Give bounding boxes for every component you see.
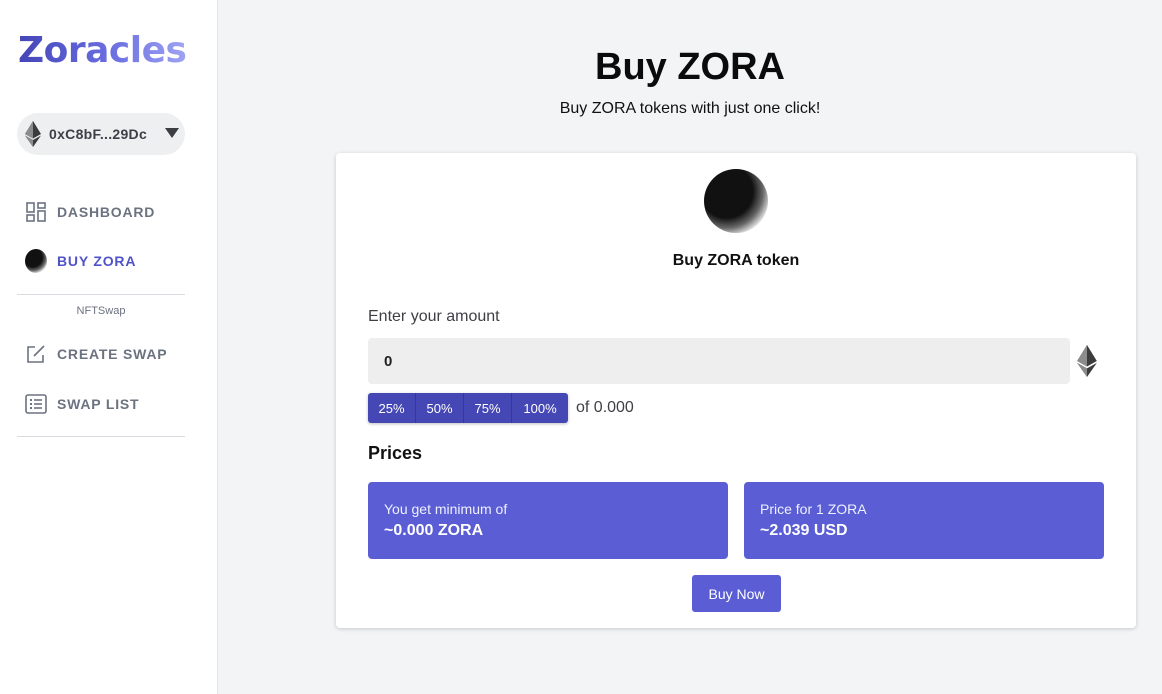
min-receive-box: You get minimum of ~0.000 ZORA — [368, 482, 728, 559]
nav-label-swap-list: SWAP LIST — [57, 396, 140, 412]
nav-item-swap-list[interactable]: SWAP LIST — [17, 388, 185, 420]
ethereum-icon — [25, 121, 41, 147]
nav-label-buy-zora: BUY ZORA — [57, 253, 137, 269]
nav-label-dashboard: DASHBOARD — [57, 204, 156, 220]
ethereum-icon — [1077, 345, 1097, 377]
prices-heading: Prices — [368, 443, 423, 463]
nav-item-buy-zora[interactable]: BUY ZORA — [17, 245, 185, 277]
percent-50-button[interactable]: 50% — [416, 393, 464, 423]
percent-75-button[interactable]: 75% — [464, 393, 512, 423]
zora-token-icon — [704, 169, 768, 233]
sidebar-divider — [17, 436, 185, 437]
sidebar: Zoracles 0xC8bF...29Dc DASHBOARD BUY ZOR… — [0, 0, 218, 694]
unit-price-value: ~2.039 USD — [760, 522, 848, 539]
unit-price-box: Price for 1 ZORA ~2.039 USD — [744, 482, 1104, 559]
token-title: Buy ZORA token — [672, 252, 800, 269]
nav-item-create-swap[interactable]: CREATE SWAP — [17, 338, 185, 370]
nav-item-dashboard[interactable]: DASHBOARD — [17, 196, 185, 228]
unit-price-label: Price for 1 ZORA — [760, 501, 867, 517]
dashboard-grid-icon — [25, 201, 47, 223]
buy-card: Buy ZORA token Enter your amount 25% 50%… — [336, 153, 1136, 628]
app-logo[interactable]: Zoracles — [18, 30, 187, 71]
percent-button-group: 25% 50% 75% 100% — [368, 393, 568, 423]
buy-now-button[interactable]: Buy Now — [692, 575, 781, 612]
amount-label: Enter your amount — [368, 308, 500, 325]
nav-label-create-swap: CREATE SWAP — [57, 346, 168, 362]
page-subtitle: Buy ZORA tokens with just one click! — [559, 100, 821, 117]
page-title: Buy ZORA — [595, 46, 785, 88]
sidebar-divider — [17, 294, 185, 295]
min-receive-value: ~0.000 ZORA — [384, 522, 484, 539]
percent-25-button[interactable]: 25% — [368, 393, 416, 423]
chevron-down-icon — [165, 128, 179, 138]
amount-input[interactable] — [368, 338, 1070, 384]
min-receive-label: You get minimum of — [384, 501, 508, 517]
percent-100-button[interactable]: 100% — [512, 393, 568, 423]
zora-token-icon — [25, 249, 47, 273]
section-label-nftswap: NFTSwap — [76, 305, 126, 317]
list-icon — [25, 393, 47, 415]
balance-text: of 0.000 — [576, 399, 634, 416]
edit-square-icon — [25, 343, 47, 365]
wallet-address: 0xC8bF...29Dc — [49, 126, 148, 142]
wallet-selector[interactable]: 0xC8bF...29Dc — [17, 113, 185, 155]
